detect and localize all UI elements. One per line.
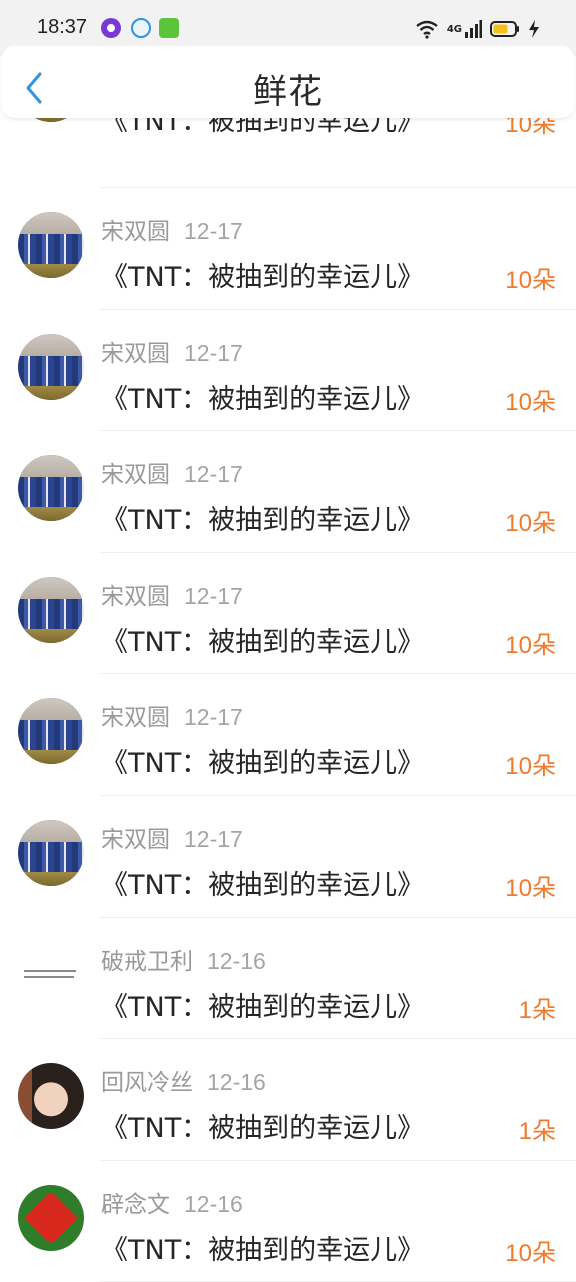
list-item[interactable]: 辟念文 12-16 《TNT：被抽到的幸运儿》 10朵 [0,1161,576,1282]
list-item[interactable]: 宋双圆 12-17 《TNT：被抽到的幸运儿》 10朵 [0,553,576,675]
avatar[interactable] [18,455,84,522]
sender-label: 辟念文 [101,1191,170,1218]
gift-title: 《TNT：被抽到的幸运儿》 [101,626,425,658]
gift-title: 《TNT：被抽到的幸运儿》 [101,1113,425,1145]
gift-title: 《TNT：被抽到的幸运儿》 [101,505,425,537]
avatar[interactable] [18,819,84,886]
app-notification-icon [101,18,121,38]
gift-list: 《TNT：被抽到的幸运儿》 10朵 宋双圆 12-17 《TNT：被抽到的幸运儿》… [0,56,576,1282]
flower-count: 1朵 [518,996,556,1024]
avatar[interactable] [18,1184,84,1251]
list-item[interactable]: 破戒卫利 12-16 《TNT：被抽到的幸运儿》 1朵 [0,918,576,1040]
flower-count: 10朵 [505,631,556,659]
sender-label: 宋双圆 [101,583,170,610]
sender-name: 宋双圆 12-17 [101,820,243,854]
gift-date: 12-17 [184,704,243,731]
avatar[interactable] [18,698,84,765]
sender-label: 宋双圆 [101,462,170,489]
list-item[interactable]: 宋双圆 12-17 《TNT：被抽到的幸运儿》 10朵 [0,674,576,796]
wifi-icon [416,20,438,39]
status-indicators: 4G [415,17,540,41]
flower-count: 1朵 [518,1118,556,1146]
avatar[interactable] [18,576,84,643]
gift-date: 12-17 [184,825,243,852]
sender-name: 宋双圆 12-17 [101,212,243,246]
flower-count: 10朵 [505,753,556,781]
avatar[interactable] [18,212,84,278]
sender-label: 破戒卫利 [101,948,193,975]
network-type: 4G [446,23,462,35]
sender-name: 破戒卫利 12-16 [101,942,266,976]
sender-label: 宋双圆 [101,219,170,245]
gift-date: 12-17 [184,582,243,609]
flower-count: 10朵 [505,510,556,538]
gift-date: 12-17 [184,461,243,488]
list-item[interactable]: 宋双圆 12-17 《TNT：被抽到的幸运儿》 10朵 [0,188,576,310]
list-item[interactable]: 回风冷丝 12-16 《TNT：被抽到的幸运儿》 1朵 [0,1039,576,1161]
gift-title: 《TNT：被抽到的幸运儿》 [101,383,425,415]
charging-icon [529,20,539,38]
avatar[interactable] [18,941,84,1008]
sender-name: 宋双圆 12-17 [101,698,243,732]
flower-count: 10朵 [505,1239,556,1267]
sender-name: 宋双圆 12-17 [101,334,243,368]
gift-date: 12-17 [184,218,243,244]
game-notification-icon [159,18,179,38]
sender-name: 回风冷丝 12-16 [101,1063,266,1097]
gift-title: 《TNT：被抽到的幸运儿》 [101,262,425,293]
page-title: 鲜花 [253,72,323,112]
gift-date: 12-17 [184,339,243,366]
sender-name: 宋双圆 12-17 [101,577,243,611]
sender-label: 宋双圆 [101,826,170,853]
gift-title: 《TNT：被抽到的幸运儿》 [101,1234,425,1266]
sender-label: 回风冷丝 [101,1070,193,1097]
avatar-text-line [24,975,74,978]
gift-date: 12-16 [207,947,266,974]
gift-date: 12-16 [184,1190,243,1217]
gift-title: 《TNT：被抽到的幸运儿》 [101,869,425,901]
avatar[interactable] [18,333,84,400]
gift-title: 《TNT：被抽到的幸运儿》 [101,748,425,780]
sender-name: 宋双圆 12-17 [101,455,243,489]
sender-label: 宋双圆 [101,705,170,732]
flower-count: 10朵 [505,388,556,416]
sender-name: 辟念文 12-16 [101,1185,243,1219]
avatar[interactable] [18,1063,84,1130]
flower-count: 10朵 [505,874,556,902]
list-item[interactable]: 宋双圆 12-17 《TNT：被抽到的幸运儿》 10朵 [0,796,576,918]
list-item[interactable]: 宋双圆 12-17 《TNT：被抽到的幸运儿》 10朵 [0,431,576,553]
battery-icon [490,21,519,37]
signal-icon [465,20,482,38]
gift-date: 12-16 [207,1069,266,1096]
nav-bar: 鲜花 [2,46,574,118]
flower-count: 10朵 [505,267,556,294]
browser-notification-icon [131,18,151,38]
sender-label: 宋双圆 [101,340,170,367]
list-item[interactable]: 宋双圆 12-17 《TNT：被抽到的幸运儿》 10朵 [0,310,576,432]
avatar-text-line [24,969,76,972]
gift-title: 《TNT：被抽到的幸运儿》 [101,991,425,1023]
status-time: 18:37 [37,16,88,38]
